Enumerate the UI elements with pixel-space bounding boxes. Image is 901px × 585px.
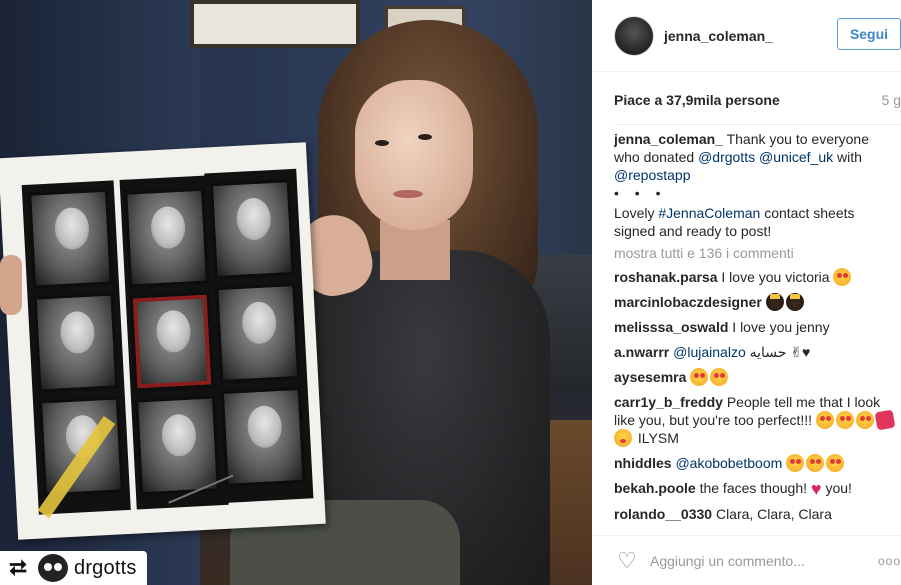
more-options-icon[interactable]: ooo [878, 554, 901, 568]
red-heart-icon: ♥ [810, 479, 822, 499]
heart-eyes-emoji-icon [826, 454, 845, 472]
repost-username: drgotts [74, 556, 137, 579]
caption-username[interactable]: jenna_coleman_ [614, 131, 723, 147]
mention-link[interactable]: @unicef_uk [759, 149, 833, 165]
wall-picture-frame [190, 0, 360, 48]
comment: a.nwarrr @lujainalzo حسايه ✌♥ [614, 343, 897, 361]
person-face [355, 80, 473, 230]
portrait-frame [215, 282, 301, 384]
post-age[interactable]: 5 g [882, 92, 901, 112]
portrait-frame [209, 179, 295, 280]
portrait-frame [129, 291, 215, 392]
follow-button[interactable]: Segui [837, 18, 901, 50]
contact-sheet [0, 142, 326, 540]
comment-text: ILYSM [634, 430, 679, 446]
show-all-comments-link[interactable]: mostra tutti e 136 i commenti [614, 244, 897, 262]
comment-input[interactable] [650, 552, 860, 569]
heart-eyes-emoji-icon [690, 368, 709, 386]
heart-eyes-emoji-icon [806, 454, 825, 472]
post-stats: Piace a 37,9mila persone 5 g [614, 92, 901, 112]
caption-dots: • • • [614, 185, 667, 201]
comment: melisssa_oswald I love you jenny [614, 318, 897, 336]
like-heart-icon[interactable]: ♡ [614, 548, 640, 573]
likes-count[interactable]: Piace a 37,9mila persone [614, 92, 780, 112]
heart-eyes-emoji-icon [855, 411, 874, 429]
comment: rolando__0330 Clara, Clara, Clara [614, 505, 897, 523]
comment: nhiddles @akobobetboom [614, 454, 897, 472]
caption: jenna_coleman_ Thank you to everyone who… [614, 130, 897, 184]
comment-username[interactable]: carr1y_b_freddy [614, 394, 723, 410]
caption-text: with [833, 149, 862, 165]
heart-eyes-emoji-icon [835, 411, 854, 429]
comment-text: حسايه ✌♥ [745, 344, 811, 360]
portrait-frame [33, 292, 119, 393]
portrait-frame [124, 187, 210, 288]
comment-username[interactable]: roshanak.parsa [614, 269, 718, 285]
mention-link[interactable]: @drgotts [698, 149, 755, 165]
comment-username[interactable]: aysesemra [614, 369, 686, 385]
portrait-frame [135, 395, 220, 496]
comment-text: Clara, Clara, Clara [712, 506, 832, 522]
princess-emoji-icon [765, 293, 784, 311]
caption-continued: Lovely #JennaColeman contact sheets sign… [614, 204, 897, 240]
person-lips [393, 190, 423, 198]
post-sidebar: jenna_coleman_ Segui Piace a 37,9mila pe… [592, 0, 901, 585]
repost-avatar [38, 554, 68, 582]
post-header: jenna_coleman_ Segui [592, 0, 901, 72]
avatar[interactable] [614, 15, 654, 56]
mention-link[interactable]: @lujainalzo [673, 344, 746, 360]
author-username[interactable]: jenna_coleman_ [664, 28, 773, 44]
divider [614, 124, 901, 125]
comment-text: you! [821, 480, 852, 496]
kiss-emoji-icon [614, 429, 632, 447]
comment-username[interactable]: rolando__0330 [614, 506, 712, 522]
portrait-frame [220, 386, 306, 487]
comment: carr1y_b_freddy People tell me that I lo… [614, 393, 897, 447]
mention-link[interactable]: @repostapp [614, 167, 690, 183]
person-fingers [0, 255, 22, 315]
comment-bar: ♡ ooo [592, 535, 901, 585]
comment-text: the faces though! [695, 480, 811, 496]
comment-text: I love you jenny [728, 319, 830, 335]
comments-list[interactable]: jenna_coleman_ Thank you to everyone who… [614, 130, 897, 528]
heart-eyes-emoji-icon [710, 368, 729, 386]
person-eye-left [375, 140, 389, 146]
beating-heart-emoji-icon [874, 409, 896, 431]
portrait-frame [28, 188, 113, 289]
repost-icon: ⮂ [9, 555, 27, 580]
post-photo[interactable]: ⮂ drgotts [0, 0, 592, 585]
repost-badge[interactable]: ⮂ drgotts [0, 551, 147, 585]
princess-emoji-icon [785, 293, 804, 311]
comment-username[interactable]: bekah.poole [614, 480, 696, 496]
heart-eyes-emoji-icon [833, 268, 852, 286]
comment-username[interactable]: a.nwarrr [614, 344, 669, 360]
heart-eyes-emoji-icon [786, 454, 805, 472]
comment-username[interactable]: nhiddles [614, 455, 672, 471]
comment-username[interactable]: melisssa_oswald [614, 319, 728, 335]
person-eye-right [418, 134, 432, 140]
caption-text: Lovely [614, 205, 659, 221]
mention-link[interactable]: @akobobetboom [675, 455, 782, 471]
comment: roshanak.parsa I love you victoria [614, 268, 897, 286]
heart-eyes-emoji-icon [815, 411, 834, 429]
comment: bekah.poole the faces though! ♥ you! [614, 479, 897, 498]
comment: marcinlobaczdesigner [614, 293, 897, 311]
comment-username[interactable]: marcinlobaczdesigner [614, 294, 762, 310]
comment-text: I love you victoria [717, 269, 834, 285]
hashtag-link[interactable]: #JennaColeman [658, 205, 760, 221]
comment: aysesemra [614, 368, 897, 386]
